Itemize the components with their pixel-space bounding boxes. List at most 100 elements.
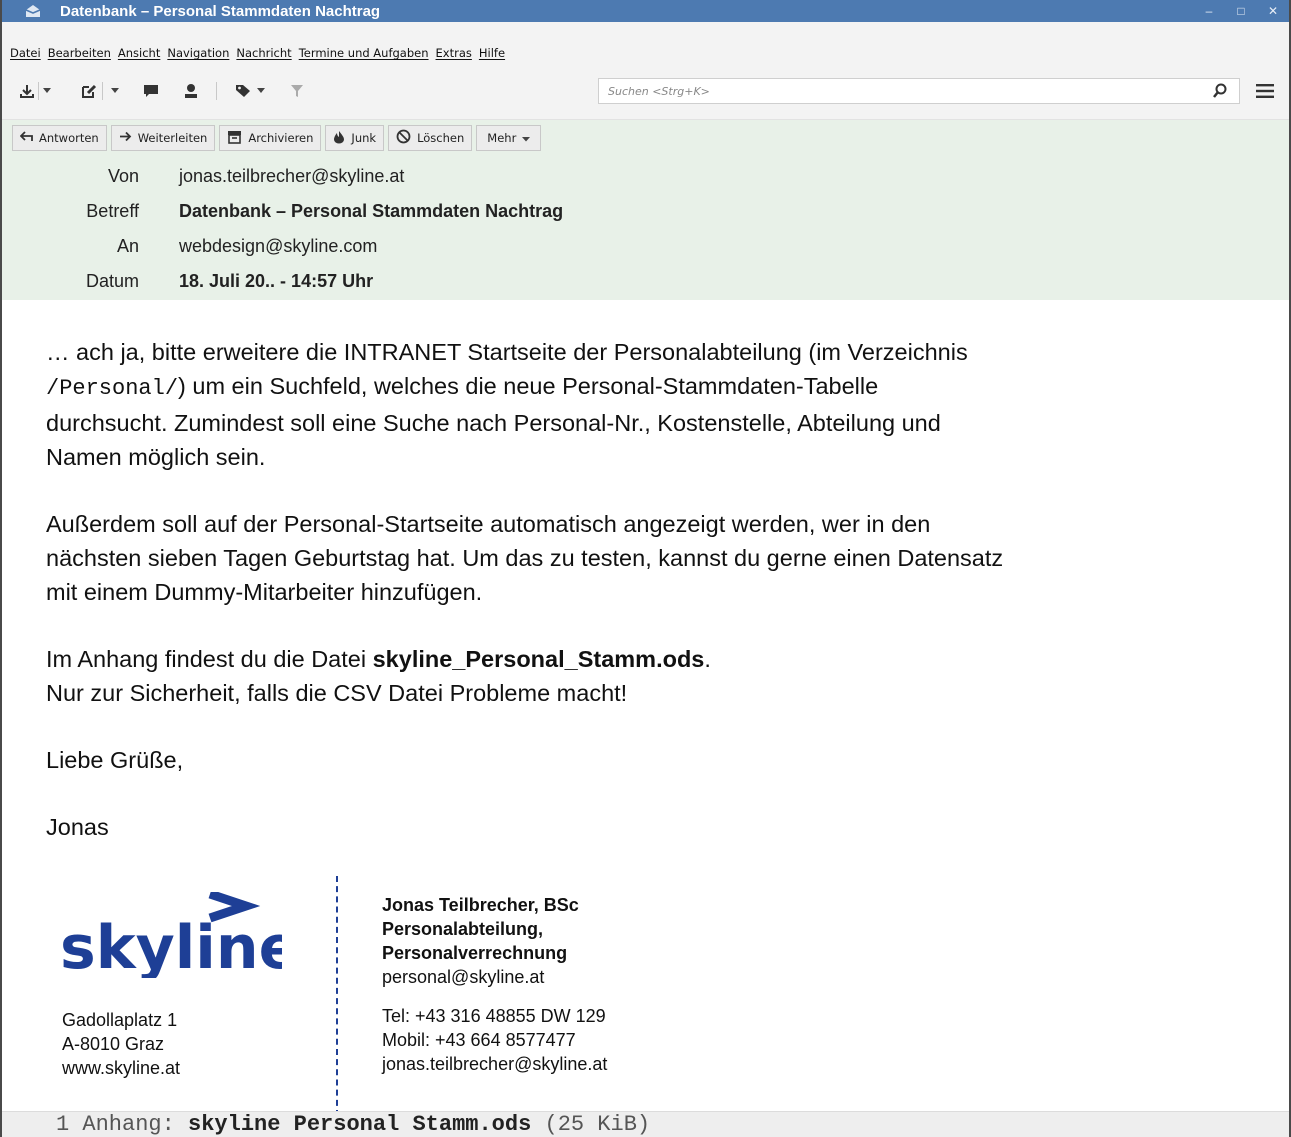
chevron-down-icon xyxy=(522,131,531,145)
to-value[interactable]: webdesign@skyline.com xyxy=(179,236,377,257)
from-row: Von jonas.teilbrecher@skyline.at xyxy=(2,163,1289,189)
signature-email[interactable]: jonas.teilbrecher@skyline.at xyxy=(382,1052,607,1076)
maximize-icon[interactable]: □ xyxy=(1225,4,1257,18)
window-title: Datenbank – Personal Stammdaten Nachtrag xyxy=(60,2,381,20)
reply-label: Antworten xyxy=(39,131,99,145)
more-button[interactable]: Mehr xyxy=(476,125,542,151)
message-body: … ach ja, bitte erweitere die INTRANET S… xyxy=(46,335,1266,844)
chevron-down-icon[interactable] xyxy=(254,81,268,101)
minimize-icon[interactable]: – xyxy=(1193,4,1225,18)
contact-icon[interactable] xyxy=(180,81,202,101)
toolbar-separator xyxy=(216,82,217,100)
to-label: An xyxy=(116,235,139,256)
archive-icon xyxy=(227,130,242,147)
delete-label: Löschen xyxy=(417,131,465,145)
signature-address: Gadollaplatz 1 A-8010 Graz www.skyline.a… xyxy=(62,1008,180,1080)
body-line: /Personal/) um ein Suchfeld, welches die… xyxy=(46,369,1266,406)
menu-navigation[interactable]: Navigation xyxy=(167,46,229,60)
directory-path: /Personal/ xyxy=(46,376,179,401)
to-row: An webdesign@skyline.com xyxy=(2,233,1289,259)
body-line: mit einem Dummy-Mitarbeiter hinzufügen. xyxy=(46,579,483,605)
subject-label: Betreff xyxy=(86,200,139,221)
message-action-bar: Antworten Weiterleiten Archivieren Junk … xyxy=(12,125,542,151)
skyline-logo: skyline xyxy=(60,889,299,983)
chevron-down-icon[interactable] xyxy=(108,81,122,101)
body-text: ) um ein Suchfeld, welches die neue Pers… xyxy=(178,373,879,399)
menu-bearbeiten[interactable]: Bearbeiten xyxy=(48,46,111,60)
chevron-down-icon[interactable] xyxy=(40,81,54,101)
greeting: Liebe Grüße, xyxy=(46,747,184,773)
attachment-bar[interactable]: 1 Anhang: skyline Personal Stamm.ods (25… xyxy=(2,1111,1289,1137)
from-label: Von xyxy=(107,165,139,186)
address-street: Gadollaplatz 1 xyxy=(62,1010,178,1030)
forward-icon xyxy=(119,131,132,145)
signature-tel: Tel: +43 316 48855 DW 129 xyxy=(382,1006,606,1026)
signature-mobile: Mobil: +43 664 8577477 xyxy=(382,1030,576,1050)
junk-button[interactable]: Junk xyxy=(325,125,385,151)
search-icon[interactable] xyxy=(1213,83,1227,102)
menu-ansicht[interactable]: Ansicht xyxy=(118,46,160,60)
toolbar-separator xyxy=(102,82,103,100)
close-icon[interactable]: ✕ xyxy=(1257,4,1289,18)
attachment-filename[interactable]: skyline Personal Stamm.ods xyxy=(188,1112,531,1137)
body-line: Namen möglich sein. xyxy=(46,444,266,470)
title-bar[interactable]: Datenbank – Personal Stammdaten Nachtrag… xyxy=(2,0,1289,22)
menu-nachricht[interactable]: Nachricht xyxy=(236,46,291,60)
signature-dept: Personalverrechnung xyxy=(382,943,568,963)
logo-text: skyline xyxy=(60,913,282,978)
archive-button[interactable]: Archivieren xyxy=(219,125,322,151)
menu-hilfe[interactable]: Hilfe xyxy=(479,46,505,60)
date-value: 18. Juli 20.. - 14:57 Uhr xyxy=(179,270,374,291)
menu-termine[interactable]: Termine und Aufgaben xyxy=(299,46,429,60)
menu-extras[interactable]: Extras xyxy=(436,46,472,60)
chat-icon[interactable] xyxy=(140,81,162,101)
body-line: Nur zur Sicherheit, falls die CSV Datei … xyxy=(46,680,628,706)
address-website[interactable]: www.skyline.at xyxy=(62,1056,180,1080)
body-line: … ach ja, bitte erweitere die INTRANET S… xyxy=(46,339,968,365)
more-label: Mehr xyxy=(487,131,517,145)
menu-datei[interactable]: Datei xyxy=(10,46,41,60)
junk-icon xyxy=(333,130,345,147)
delete-icon xyxy=(396,129,411,147)
hamburger-menu-icon[interactable] xyxy=(1256,84,1274,103)
attachment-filename-inline: skyline_Personal_Stamm.ods xyxy=(372,646,705,672)
write-icon[interactable] xyxy=(78,81,100,101)
signature-email[interactable]: personal@skyline.at xyxy=(382,965,607,989)
toolbar-separator xyxy=(38,82,39,100)
body-text: Im Anhang findest du die Datei xyxy=(46,646,373,672)
from-value[interactable]: jonas.teilbrecher@skyline.at xyxy=(179,166,404,187)
address-city: A-8010 Graz xyxy=(62,1034,165,1054)
reply-icon xyxy=(19,131,33,145)
delete-button[interactable]: Löschen xyxy=(388,125,473,151)
signature-divider xyxy=(336,876,338,1116)
body-line: nächsten sieben Tagen Geburtstag hat. Um… xyxy=(46,545,1004,571)
forward-button[interactable]: Weiterleiten xyxy=(110,125,216,151)
message-header: Antworten Weiterleiten Archivieren Junk … xyxy=(2,120,1289,300)
menu-bar: Datei Bearbeiten Ansicht Navigation Nach… xyxy=(2,41,1289,65)
thunderbird-app-icon xyxy=(22,0,44,22)
signature-dept: Personalabteilung, xyxy=(382,919,544,939)
junk-label: Junk xyxy=(351,131,377,145)
search-placeholder: Suchen <Strg+K> xyxy=(608,84,710,98)
body-text: . xyxy=(704,646,711,672)
signature-name: Jonas Teilbrecher, BSc xyxy=(382,895,579,915)
subject-value: Datenbank – Personal Stammdaten Nachtrag xyxy=(179,200,564,221)
mail-window: Datenbank – Personal Stammdaten Nachtrag… xyxy=(0,0,1291,1137)
main-toolbar: Suchen <Strg+K> xyxy=(2,66,1289,120)
tag-icon[interactable] xyxy=(232,81,254,101)
filter-icon[interactable] xyxy=(288,81,306,101)
body-line: durchsucht. Zumindest soll eine Suche na… xyxy=(46,410,941,436)
attachment-count: 1 Anhang: xyxy=(56,1112,189,1137)
search-input[interactable]: Suchen <Strg+K> xyxy=(598,78,1240,104)
download-icon[interactable] xyxy=(16,81,38,101)
forward-label: Weiterleiten xyxy=(137,131,208,145)
signature-gap xyxy=(382,989,607,1004)
archive-label: Archivieren xyxy=(248,131,314,145)
date-row: Datum 18. Juli 20.. - 14:57 Uhr xyxy=(2,268,1289,294)
subject-row: Betreff Datenbank – Personal Stammdaten … xyxy=(2,198,1289,224)
reply-button[interactable]: Antworten xyxy=(12,125,107,151)
